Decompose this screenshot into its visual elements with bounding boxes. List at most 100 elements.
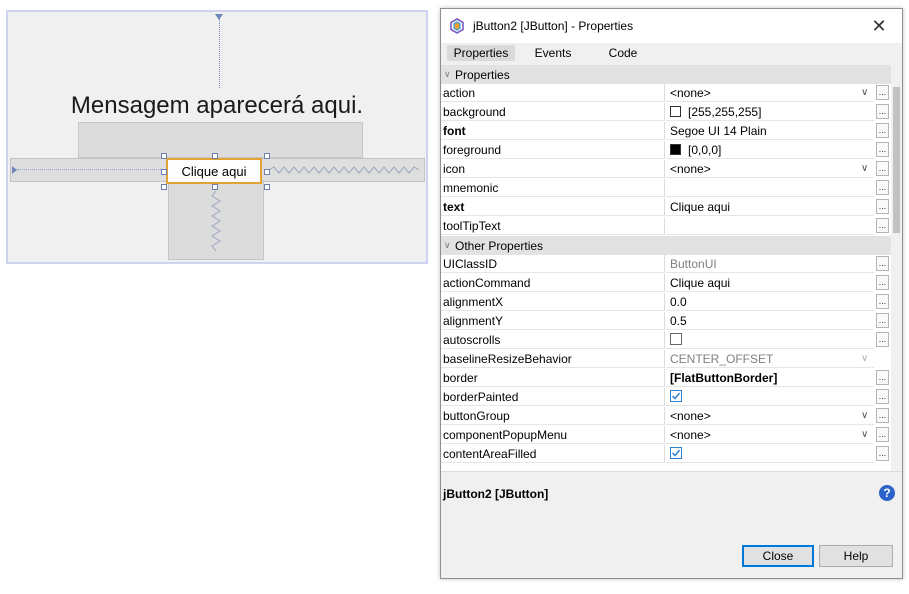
ellipsis-button[interactable]: ...: [876, 408, 889, 423]
property-row[interactable]: autoscrolls...: [441, 331, 891, 350]
label-bounds: [78, 122, 363, 158]
property-row[interactable]: componentPopupMenu <none> ∨...: [441, 426, 891, 445]
form-design-canvas[interactable]: Mensagem aparecerá aqui. Clique aqui: [6, 10, 428, 264]
ellipsis-button[interactable]: ...: [876, 85, 889, 100]
tab-code[interactable]: Code: [599, 45, 647, 61]
property-row[interactable]: contentAreaFilled...: [441, 445, 891, 464]
property-value-text: <none>: [670, 409, 711, 423]
property-row[interactable]: text Clique aqui...: [441, 198, 891, 217]
ellipsis-button[interactable]: ...: [876, 104, 889, 119]
property-value-text: <none>: [670, 86, 711, 100]
property-value[interactable]: 0.5: [666, 312, 874, 330]
ellipsis-button[interactable]: ...: [876, 256, 889, 271]
description-title: jButton2 [JButton]: [443, 487, 549, 501]
property-name: text: [441, 198, 665, 216]
resize-handle[interactable]: [264, 169, 270, 175]
message-label[interactable]: Mensagem aparecerá aqui.: [8, 92, 426, 120]
property-value[interactable]: <none>: [666, 426, 874, 444]
property-value[interactable]: [255,255,255]: [666, 103, 874, 121]
ellipsis-button[interactable]: ...: [876, 313, 889, 328]
property-value[interactable]: Clique aqui: [666, 274, 874, 292]
dialog-titlebar[interactable]: jButton2 [JButton] - Properties ✕: [441, 9, 902, 43]
property-row[interactable]: baselineResizeBehavior CENTER_OFFSET ∨: [441, 350, 891, 369]
property-value[interactable]: Segoe UI 14 Plain: [666, 122, 874, 140]
property-row[interactable]: icon <none> ∨...: [441, 160, 891, 179]
property-row[interactable]: action <none> ∨...: [441, 84, 891, 103]
ellipsis-button[interactable]: ...: [876, 180, 889, 195]
property-value[interactable]: [0,0,0]: [666, 141, 874, 159]
property-name: font: [441, 122, 665, 140]
property-category[interactable]: ∨ Other Properties: [441, 236, 891, 255]
property-row[interactable]: mnemonic...: [441, 179, 891, 198]
property-row[interactable]: alignmentY 0.5...: [441, 312, 891, 331]
property-value[interactable]: <none>: [666, 407, 874, 425]
chevron-down-icon[interactable]: ∨: [444, 69, 451, 80]
property-value[interactable]: [666, 388, 874, 406]
property-row[interactable]: actionCommand Clique aqui...: [441, 274, 891, 293]
property-row[interactable]: buttonGroup <none> ∨...: [441, 407, 891, 426]
property-value[interactable]: <none>: [666, 160, 874, 178]
horizontal-anchor-guide: [17, 169, 167, 170]
ellipsis-button[interactable]: ...: [876, 294, 889, 309]
property-category-label: Other Properties: [455, 239, 544, 253]
property-value[interactable]: [666, 331, 874, 349]
ellipsis-button[interactable]: ...: [876, 142, 889, 157]
property-row[interactable]: background [255,255,255]...: [441, 103, 891, 122]
property-value[interactable]: [FlatButtonBorder]: [666, 369, 874, 387]
ellipsis-button[interactable]: ...: [876, 218, 889, 233]
property-row[interactable]: toolTipText...: [441, 217, 891, 236]
property-row[interactable]: borderPainted...: [441, 388, 891, 407]
property-name: icon: [441, 160, 665, 178]
resize-handle[interactable]: [212, 184, 218, 190]
property-row[interactable]: border [FlatButtonBorder]...: [441, 369, 891, 388]
selected-jbutton[interactable]: Clique aqui: [166, 158, 262, 184]
ellipsis-button[interactable]: ...: [876, 389, 889, 404]
anchor-arrow-icon: [12, 166, 17, 174]
property-value[interactable]: [666, 217, 874, 235]
property-row[interactable]: UIClassID ButtonUI...: [441, 255, 891, 274]
chevron-down-icon[interactable]: ∨: [861, 429, 873, 441]
property-value[interactable]: 0.0: [666, 293, 874, 311]
property-row[interactable]: font Segoe UI 14 Plain...: [441, 122, 891, 141]
ellipsis-button[interactable]: ...: [876, 199, 889, 214]
ellipsis-button[interactable]: ...: [876, 427, 889, 442]
resize-handle[interactable]: [212, 153, 218, 159]
chevron-down-icon[interactable]: ∨: [861, 410, 873, 422]
ellipsis-button[interactable]: ...: [876, 275, 889, 290]
help-button[interactable]: Help: [819, 545, 893, 567]
chevron-down-icon[interactable]: ∨: [861, 87, 873, 99]
property-value-text: 0.0: [670, 295, 687, 309]
resize-handle[interactable]: [161, 184, 167, 190]
property-name: autoscrolls: [441, 331, 665, 349]
property-category[interactable]: ∨ Properties: [441, 65, 891, 84]
close-icon[interactable]: ✕: [867, 14, 891, 38]
property-name: actionCommand: [441, 274, 665, 292]
chevron-down-icon[interactable]: ∨: [861, 163, 873, 175]
property-row[interactable]: alignmentX 0.0...: [441, 293, 891, 312]
ellipsis-button[interactable]: ...: [876, 123, 889, 138]
resize-handle[interactable]: [264, 153, 270, 159]
netbeans-app-icon: [450, 18, 464, 34]
ellipsis-button[interactable]: ...: [876, 370, 889, 385]
scrollbar-thumb[interactable]: [893, 87, 900, 233]
property-value[interactable]: [666, 179, 874, 197]
ellipsis-button[interactable]: ...: [876, 161, 889, 176]
vertical-layout-lane: [168, 180, 264, 260]
chevron-down-icon[interactable]: ∨: [444, 240, 451, 251]
tab-properties[interactable]: Properties: [447, 45, 515, 61]
property-name: baselineResizeBehavior: [441, 350, 665, 368]
resize-handle[interactable]: [161, 169, 167, 175]
help-icon[interactable]: ?: [879, 485, 895, 501]
property-name: background: [441, 103, 665, 121]
close-button[interactable]: Close: [742, 545, 814, 567]
ellipsis-button[interactable]: ...: [876, 446, 889, 461]
property-value[interactable]: [666, 445, 874, 463]
property-name: borderPainted: [441, 388, 665, 406]
ellipsis-button[interactable]: ...: [876, 332, 889, 347]
property-value[interactable]: <none>: [666, 84, 874, 102]
property-row[interactable]: foreground [0,0,0]...: [441, 141, 891, 160]
resize-handle[interactable]: [264, 184, 270, 190]
tab-events[interactable]: Events: [525, 45, 581, 61]
resize-handle[interactable]: [161, 153, 167, 159]
property-value[interactable]: Clique aqui: [666, 198, 874, 216]
